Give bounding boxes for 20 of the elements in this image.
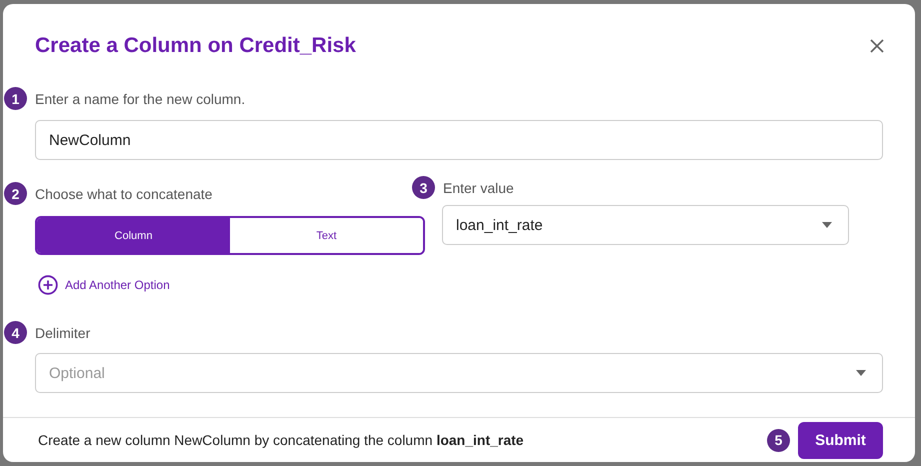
step-badge: 4 xyxy=(4,321,27,344)
segment-toggle[interactable]: Column xyxy=(37,218,230,253)
plus-circle-icon xyxy=(38,275,58,295)
field-label: Choose what to concatenate xyxy=(35,186,212,202)
add-option-link[interactable]: Add Another Option xyxy=(38,275,170,295)
close-icon[interactable] xyxy=(869,38,885,54)
name-input-field[interactable]: NewColumn xyxy=(35,120,883,160)
step-badge: 2 xyxy=(4,182,27,205)
field-label: Delimiter xyxy=(35,324,90,340)
caret-icon xyxy=(822,222,832,228)
field-label: Enter a name for the new column. xyxy=(35,90,246,106)
step-badge: 5 xyxy=(767,428,790,452)
dialog-title: Create a Column on Credit_Risk xyxy=(35,34,356,58)
step-badge: 1 xyxy=(4,87,27,110)
submit-button[interactable]: Submit xyxy=(798,422,883,458)
step-badge: 3 xyxy=(412,176,435,199)
summary-text: Create a new column NewColumn by concatenating the column loan_int_rate xyxy=(38,432,524,448)
value-dropdown[interactable]: loan_int_rate xyxy=(442,205,849,245)
caret-icon xyxy=(856,370,866,376)
field-label: Enter value xyxy=(443,180,514,196)
